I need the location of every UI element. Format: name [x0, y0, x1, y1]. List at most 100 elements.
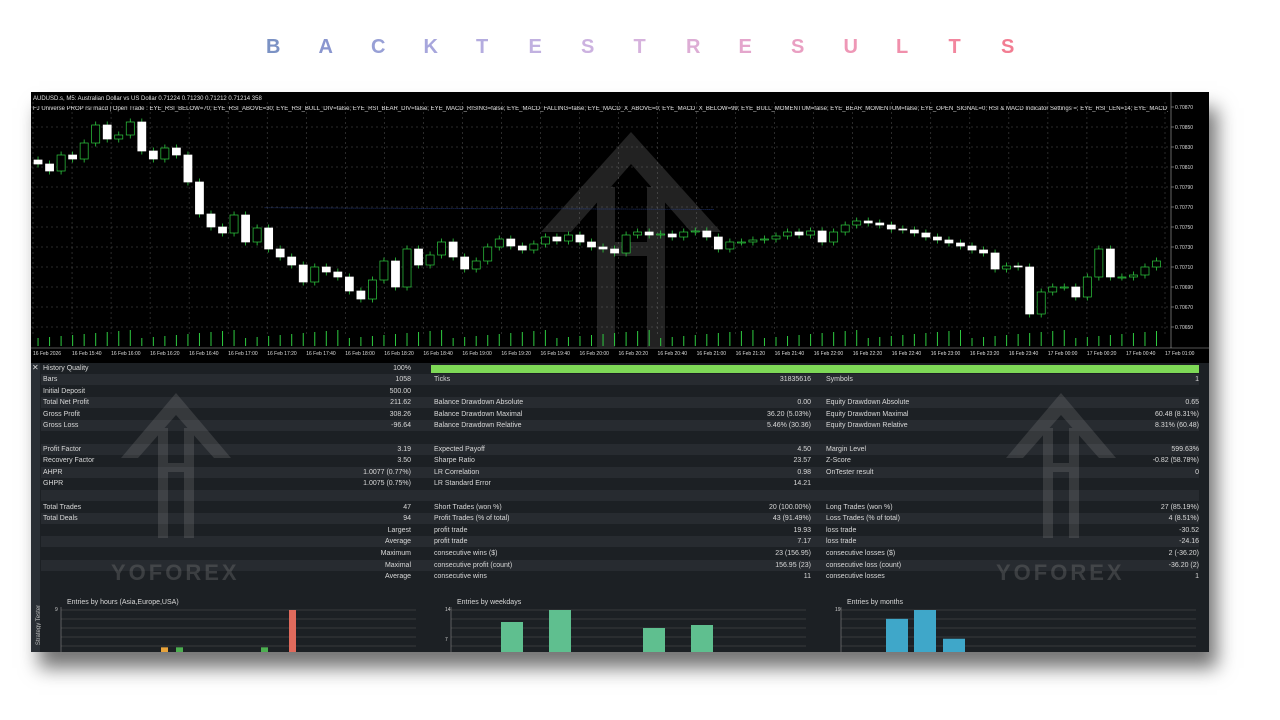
time-label: 16 Feb 19:00	[462, 351, 492, 357]
history-quality-bar	[431, 365, 1199, 373]
candle-body	[979, 249, 988, 254]
banner-letter: E	[528, 36, 542, 58]
candle-body	[45, 163, 54, 172]
candle-body	[771, 235, 781, 240]
time-label: 16 Feb 16:20	[150, 351, 180, 357]
watermark-right: YOFOREX	[996, 560, 1125, 585]
candle-body	[909, 229, 919, 234]
price-label: 0.70850	[1175, 125, 1193, 131]
candle-body	[287, 256, 297, 266]
candle-body	[667, 233, 677, 238]
candle-body	[33, 159, 43, 165]
candle-body	[540, 236, 550, 245]
candle-body	[125, 121, 135, 136]
candle-body	[852, 220, 862, 226]
time-label: 16 Feb 19:40	[540, 351, 570, 357]
candle-body	[575, 234, 585, 243]
candle-body	[218, 226, 227, 234]
time-label: 16 Feb 22:40	[892, 351, 922, 357]
candle-body	[552, 236, 562, 242]
candle-body	[806, 230, 815, 236]
candle-body	[1117, 276, 1127, 279]
candle-body	[1025, 266, 1035, 315]
time-label: 16 Feb 21:20	[736, 351, 766, 357]
candle-body	[564, 234, 573, 242]
price-label: 0.70650	[1175, 325, 1193, 331]
candle-body	[817, 230, 827, 243]
candle-body	[379, 260, 389, 281]
watermark-logo	[121, 393, 231, 538]
candle-body	[829, 231, 839, 243]
candle-body	[102, 124, 112, 140]
candle-body	[633, 231, 643, 236]
candle-body	[310, 266, 320, 283]
candle-body	[137, 121, 147, 152]
banner-letter: K	[423, 36, 438, 58]
candle-body	[737, 241, 746, 244]
time-label: 16 Feb 17:40	[306, 351, 336, 357]
close-icon[interactable]: ✕	[32, 363, 39, 372]
candle-body	[610, 248, 619, 254]
time-label: 16 Feb 16:00	[111, 351, 141, 357]
candle-body	[1036, 291, 1046, 315]
candle-body	[587, 241, 596, 248]
candle-body	[886, 224, 896, 230]
banner-letter: C	[371, 36, 386, 58]
candle-body	[760, 238, 769, 241]
candle-body	[1094, 248, 1104, 278]
price-label: 0.70730	[1175, 245, 1193, 251]
candle-body	[1002, 265, 1011, 270]
time-label: 16 Feb 18:00	[345, 351, 375, 357]
price-label: 0.70830	[1175, 145, 1193, 151]
candle-body	[425, 254, 435, 266]
banner-title: BACKTESTRESULTS	[0, 36, 1280, 70]
chart-symbol-header: AUDUSD.s, M5: Australian Dollar vs US Do…	[33, 96, 262, 102]
candle-body	[748, 239, 758, 243]
time-label: 17 Feb 00:00	[1048, 351, 1078, 357]
banner-letter: L	[896, 36, 909, 58]
price-chart[interactable]: 0.70870 0.70850 0.70830 0.70810 0.70790 0.707…	[31, 92, 1209, 362]
candle-body	[1071, 286, 1081, 298]
candle-body	[794, 231, 804, 236]
candle-body	[1105, 248, 1115, 278]
price-label: 0.70750	[1175, 225, 1193, 231]
candle-body	[252, 227, 262, 243]
candle-body	[944, 239, 954, 244]
candle-body	[933, 236, 942, 241]
candle-body	[460, 256, 470, 270]
time-label: 16 Feb 2026	[33, 351, 61, 357]
candle-body	[414, 248, 423, 266]
time-label: 17 Feb 00:20	[1087, 351, 1117, 357]
watermark-left: YOFOREX	[111, 560, 240, 585]
time-label: 16 Feb 17:20	[267, 351, 297, 357]
candle-body	[1129, 274, 1138, 278]
candle-body	[264, 227, 274, 250]
price-label: 0.70870	[1175, 105, 1193, 111]
candle-body	[183, 154, 193, 183]
price-label: 0.70770	[1175, 205, 1193, 211]
entries-bar	[886, 618, 908, 652]
entries-panel-title: Entries by hours (Asia,Europe,USA)	[67, 599, 179, 606]
candle-body	[402, 248, 412, 288]
candle-body	[483, 246, 493, 262]
candle-body	[68, 154, 78, 160]
banner-letter: S	[1001, 36, 1015, 58]
candle-body	[275, 248, 285, 258]
candle-body	[840, 224, 850, 233]
price-label: 0.70690	[1175, 285, 1193, 291]
time-label: 16 Feb 23:20	[970, 351, 1000, 357]
banner-letter: B	[266, 36, 281, 58]
banner-letter: A	[318, 36, 333, 58]
candle-body	[356, 290, 366, 300]
candle-body	[1152, 260, 1161, 268]
price-label: 0.70790	[1175, 185, 1193, 191]
candle-body	[229, 214, 239, 234]
watermark-logo	[1006, 393, 1116, 538]
candle-body	[875, 222, 885, 226]
candle-body	[1059, 286, 1069, 289]
candle-body	[148, 150, 158, 160]
time-label: 16 Feb 20:00	[579, 351, 609, 357]
time-label: 16 Feb 18:20	[384, 351, 414, 357]
candle-body	[494, 238, 504, 248]
candle-body	[321, 266, 331, 273]
